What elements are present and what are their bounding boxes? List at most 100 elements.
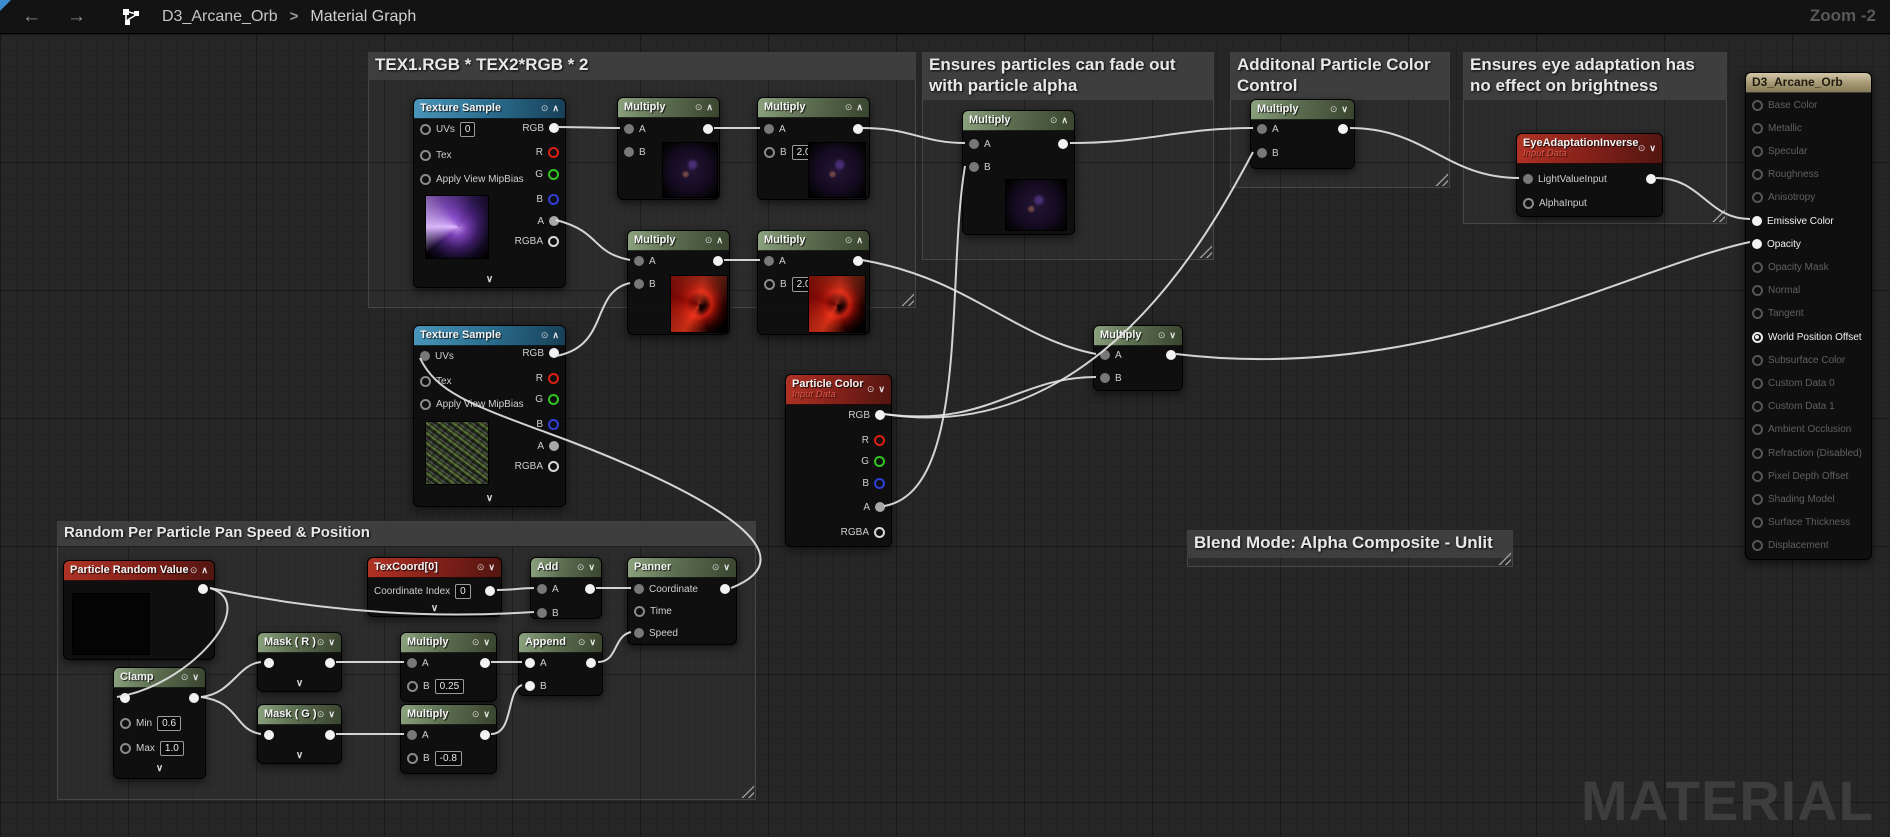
output-pin-out[interactable]: [189, 693, 199, 703]
node-material-result[interactable]: D3_Arcane_OrbBase ColorMetallicSpecularR…: [1745, 72, 1872, 560]
input-pin-A[interactable]: [407, 730, 417, 740]
node-header[interactable]: TexCoord[0]⊙∨: [368, 558, 501, 578]
input-pin-UVs[interactable]: [420, 351, 430, 361]
input-pin-in[interactable]: [120, 693, 130, 703]
comment-header[interactable]: Ensures particles can fade out with part…: [922, 52, 1214, 100]
output-pin-out[interactable]: [720, 584, 730, 594]
result-pin-Normal[interactable]: [1752, 285, 1763, 296]
comment-c5[interactable]: Blend Mode: Alpha Composite - Unlit: [1187, 530, 1513, 567]
result-pin-Emissive Color[interactable]: [1752, 216, 1762, 226]
output-pin-RGBA[interactable]: [874, 527, 885, 538]
node-header[interactable]: Multiply⊙∧: [758, 231, 869, 251]
input-pin-A[interactable]: [764, 256, 774, 266]
node-header[interactable]: Multiply⊙∧: [963, 111, 1074, 131]
comment-header[interactable]: Random Per Particle Pan Speed & Position: [57, 521, 756, 546]
output-pin-RGBA[interactable]: [548, 461, 559, 472]
node-header[interactable]: Texture Sample⊙∧: [414, 326, 565, 346]
result-pin-Specular[interactable]: [1752, 146, 1763, 157]
result-pin-Shading Model[interactable]: [1752, 494, 1763, 505]
node-maskg[interactable]: Mask ( G )⊙∨∨: [257, 704, 342, 764]
expand-chevron-icon[interactable]: ∨: [258, 751, 341, 761]
result-pin-Opacity Mask[interactable]: [1752, 262, 1763, 273]
node-header[interactable]: Add⊙∨: [531, 558, 601, 578]
value-box[interactable]: 0.25: [435, 679, 464, 694]
input-pin-A[interactable]: [1257, 124, 1267, 134]
input-pin-Apply View MipBias[interactable]: [420, 399, 431, 410]
collapse-chevron-icon[interactable]: ∧: [856, 235, 863, 246]
result-pin-Custom Data 1[interactable]: [1752, 401, 1763, 412]
output-pin-out[interactable]: [325, 658, 335, 668]
collapse-chevron-icon[interactable]: ∧: [716, 235, 723, 246]
output-pin-B[interactable]: [548, 419, 559, 430]
expand-chevron-icon[interactable]: ∨: [414, 275, 565, 285]
collapse-chevron-icon[interactable]: ∧: [552, 103, 559, 114]
comment-header[interactable]: Blend Mode: Alpha Composite - Unlit: [1187, 530, 1513, 558]
node-header[interactable]: Clamp⊙∨: [114, 668, 205, 688]
collapse-chevron-icon[interactable]: ∨: [1341, 104, 1348, 115]
comment-resize-handle[interactable]: [1199, 245, 1212, 258]
result-pin-Roughness[interactable]: [1752, 169, 1763, 180]
output-pin-out[interactable]: [703, 124, 713, 134]
comment-header[interactable]: Ensures eye adaptation has no effect on …: [1463, 52, 1727, 100]
output-pin-A[interactable]: [549, 216, 559, 226]
comment-resize-handle[interactable]: [901, 293, 914, 306]
result-pin-Opacity[interactable]: [1752, 239, 1762, 249]
output-pin-G[interactable]: [548, 169, 559, 180]
node-ts1[interactable]: Texture Sample⊙∧UVs0TexApply View MipBia…: [413, 98, 566, 288]
collapse-chevron-icon[interactable]: ∨: [483, 637, 490, 648]
output-pin-B[interactable]: [548, 194, 559, 205]
result-pin-Pixel Depth Offset[interactable]: [1752, 471, 1763, 482]
node-m4[interactable]: Multiply⊙∧AB2.0: [757, 230, 870, 335]
expand-chevron-icon[interactable]: ∨: [114, 764, 205, 774]
value-box[interactable]: 0.6: [157, 716, 181, 731]
node-header[interactable]: Multiply⊙∨: [1251, 100, 1354, 120]
node-header[interactable]: Append⊙∨: [519, 633, 602, 653]
output-pin-A[interactable]: [875, 502, 885, 512]
output-pin-out[interactable]: [480, 730, 490, 740]
node-header[interactable]: Multiply⊙∨: [401, 705, 496, 725]
output-pin-out[interactable]: [586, 658, 596, 668]
node-m3[interactable]: Multiply⊙∧AB: [627, 230, 730, 335]
collapse-chevron-icon[interactable]: ∨: [192, 672, 199, 683]
collapse-chevron-icon[interactable]: ∧: [856, 102, 863, 113]
input-pin-AlphaInput[interactable]: [1523, 198, 1534, 209]
node-append[interactable]: Append⊙∨AB: [518, 632, 603, 696]
graph-canvas[interactable]: MATERIAL TEX1.RGB * TEX2*RGB * 2Ensures …: [0, 34, 1890, 837]
value-box[interactable]: -0.8: [435, 751, 462, 766]
input-pin-in[interactable]: [264, 730, 274, 740]
output-pin-R[interactable]: [548, 147, 559, 158]
collapse-chevron-icon[interactable]: ∧: [552, 330, 559, 341]
input-pin-B[interactable]: [1100, 373, 1110, 383]
node-m1[interactable]: Multiply⊙∧AB: [617, 97, 720, 200]
input-pin-B[interactable]: [1257, 148, 1267, 158]
node-maskr[interactable]: Mask ( R )⊙∨∨: [257, 632, 342, 692]
node-header[interactable]: Particle ColorInput Data⊙∨: [786, 375, 891, 405]
output-pin-out[interactable]: [713, 256, 723, 266]
input-pin-B[interactable]: [407, 681, 418, 692]
result-pin-Base Color[interactable]: [1752, 100, 1763, 111]
node-panner[interactable]: Panner⊙∨CoordinateTimeSpeed: [627, 557, 737, 645]
node-header[interactable]: Panner⊙∨: [628, 558, 736, 578]
node-header[interactable]: D3_Arcane_Orb: [1746, 73, 1871, 93]
node-maddit[interactable]: Multiply⊙∨AB: [1250, 99, 1355, 169]
input-pin-B[interactable]: [624, 147, 634, 157]
input-pin-B[interactable]: [525, 681, 535, 691]
collapse-chevron-icon[interactable]: ∨: [878, 384, 885, 395]
output-pin-RGBA[interactable]: [548, 236, 559, 247]
collapse-chevron-icon[interactable]: ∨: [1169, 330, 1176, 341]
input-pin-A[interactable]: [634, 256, 644, 266]
output-pin-RGB[interactable]: [549, 348, 559, 358]
input-pin-A[interactable]: [407, 658, 417, 668]
output-pin-out[interactable]: [198, 584, 208, 594]
output-pin-R[interactable]: [874, 435, 885, 446]
node-m2[interactable]: Multiply⊙∧AB2.0: [757, 97, 870, 200]
input-pin-B[interactable]: [407, 753, 418, 764]
result-pin-World Position Offset[interactable]: [1752, 332, 1763, 343]
node-pc[interactable]: Particle ColorInput Data⊙∨RGBRGBARGBA: [785, 374, 892, 547]
comment-header[interactable]: TEX1.RGB * TEX2*RGB * 2: [368, 52, 916, 80]
input-pin-B[interactable]: [634, 279, 644, 289]
output-pin-B[interactable]: [874, 478, 885, 489]
input-pin-A[interactable]: [764, 124, 774, 134]
collapse-chevron-icon[interactable]: ∨: [589, 637, 596, 648]
result-pin-Anisotropy[interactable]: [1752, 192, 1763, 203]
